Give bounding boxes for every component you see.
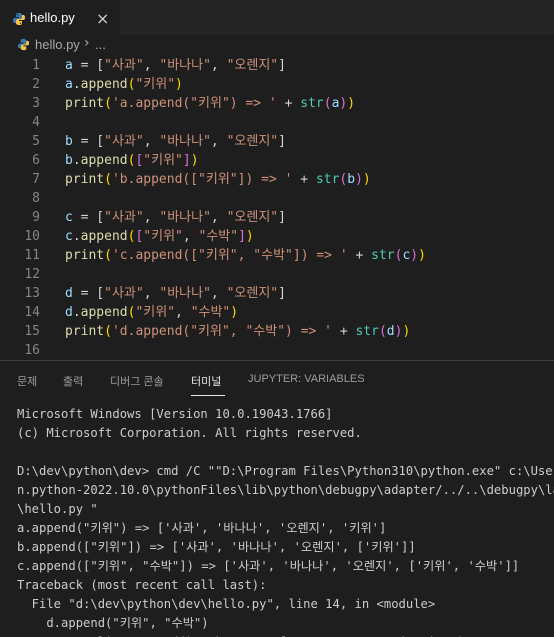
terminal-line: c.append(["키위", "수박"]) => ['사과', '바나나', …	[17, 559, 520, 573]
code-line[interactable]: 15 print('d.append("키위", "수박") => ' + str…	[0, 322, 554, 341]
code-text: print('a.append("키위") => ' + str(a))	[65, 96, 356, 111]
code-text: b = ["사과", "바나나", "오렌지"]	[65, 134, 286, 149]
code-text: print('b.append(["키위"]) => ' + str(b))	[65, 172, 371, 187]
code-line[interactable]: 1 a = ["사과", "바나나", "오렌지"]	[0, 56, 554, 75]
terminal-line: n.python-2022.10.0\pythonFiles\lib\pytho…	[17, 483, 554, 497]
code-text: a.append("키위")	[65, 77, 183, 92]
code-text: d = ["사과", "바나나", "오렌지"]	[65, 286, 286, 301]
code-line[interactable]: 7 print('b.append(["키위"]) => ' + str(b))	[0, 170, 554, 189]
code-line[interactable]: 4	[0, 113, 554, 132]
code-line[interactable]: 6 b.append(["키위"])	[0, 151, 554, 170]
code-line[interactable]: 14 d.append("키위", "수박")	[0, 303, 554, 322]
line-number: 13	[24, 286, 40, 301]
code-line[interactable]: 11 print('c.append(["키위", "수박"]) => ' + s…	[0, 246, 554, 265]
code-line[interactable]: 12	[0, 265, 554, 284]
code-line[interactable]: 3 print('a.append("키위") => ' + str(a))	[0, 94, 554, 113]
line-number: 5	[32, 134, 40, 149]
code-text: print('c.append(["키위", "수박"]) => ' + str…	[65, 248, 426, 263]
editor-tab-bar: hello.py ×	[0, 0, 554, 35]
line-number: 16	[24, 343, 40, 358]
code-text: c.append(["키위", "수박"])	[65, 229, 254, 244]
breadcrumb: hello.py › ...	[0, 35, 554, 55]
line-number: 8	[32, 191, 40, 206]
line-number: 12	[24, 267, 40, 282]
code-line[interactable]: 5 b = ["사과", "바나나", "오렌지"]	[0, 132, 554, 151]
code-text: print('d.append("키위", "수박") => ' + str(d…	[65, 324, 411, 339]
tab-terminal[interactable]: 터미널	[191, 373, 221, 389]
line-number: 6	[32, 153, 40, 168]
line-number: 9	[32, 210, 40, 225]
tab-label: hello.py	[30, 10, 75, 25]
line-number: 4	[32, 115, 40, 130]
code-text: b.append(["키위"])	[65, 153, 199, 168]
terminal-line: Microsoft Windows [Version 10.0.19043.17…	[17, 407, 333, 421]
breadcrumb-symbols[interactable]: ...	[95, 37, 106, 52]
code-text: d.append("키위", "수박")	[65, 305, 239, 320]
python-file-icon	[17, 38, 30, 51]
line-number: 1	[32, 58, 40, 73]
terminal-line: \hello.py "	[17, 502, 98, 516]
code-line[interactable]: 13 d = ["사과", "바나나", "오렌지"]	[0, 284, 554, 303]
line-number: 11	[24, 248, 40, 263]
code-line[interactable]: 8	[0, 189, 554, 208]
code-line[interactable]: 16	[0, 341, 554, 360]
terminal-line: D:\dev\python\dev> cmd /C ""D:\Program F…	[17, 464, 554, 478]
terminal-line: d.append("키위", "수박")	[17, 616, 209, 630]
line-number: 10	[24, 229, 40, 244]
tab-output[interactable]: 출력	[63, 373, 83, 389]
code-line[interactable]: 9 c = ["사과", "바나나", "오렌지"]	[0, 208, 554, 227]
tab-problems[interactable]: 문제	[17, 373, 37, 389]
terminal-output[interactable]: Microsoft Windows [Version 10.0.19043.17…	[0, 404, 554, 637]
chevron-right-icon: ›	[84, 35, 90, 51]
breadcrumb-file[interactable]: hello.py	[35, 37, 80, 52]
tab-hello-py[interactable]: hello.py ×	[0, 0, 120, 35]
code-text: a = ["사과", "바나나", "오렌지"]	[65, 58, 286, 73]
active-tab-indicator	[191, 395, 225, 396]
code-text: c = ["사과", "바나나", "오렌지"]	[65, 210, 286, 225]
python-file-icon	[13, 13, 25, 25]
line-number: 15	[24, 324, 40, 339]
terminal-line: TypeError: list.append() takes exactly o…	[17, 633, 465, 637]
close-icon[interactable]: ×	[96, 9, 109, 28]
terminal-line: File "d:\dev\python\dev\hello.py", line …	[17, 597, 436, 611]
line-number: 3	[32, 96, 40, 111]
terminal-line: b.append(["키위"]) => ['사과', '바나나', '오렌지',…	[17, 540, 416, 554]
panel-tab-bar: 문제 출력 디버그 콘솔 터미널 JUPYTER: VARIABLES	[0, 361, 554, 399]
line-number: 2	[32, 77, 40, 92]
line-number: 14	[24, 305, 40, 320]
code-line[interactable]: 2 a.append("키위")	[0, 75, 554, 94]
tab-debug-console[interactable]: 디버그 콘솔	[110, 373, 164, 389]
code-editor[interactable]: 1 a = ["사과", "바나나", "오렌지"] 2 a.append("키위")…	[0, 55, 554, 360]
code-line[interactable]: 10 c.append(["키위", "수박"])	[0, 227, 554, 246]
tab-jupyter-variables[interactable]: JUPYTER: VARIABLES	[248, 373, 365, 385]
terminal-line: a.append("키위") => ['사과', '바나나', '오렌지', '…	[17, 521, 387, 535]
line-number: 7	[32, 172, 40, 187]
terminal-line: (c) Microsoft Corporation. All rights re…	[17, 426, 362, 440]
terminal-line: Traceback (most recent call last):	[17, 578, 267, 592]
